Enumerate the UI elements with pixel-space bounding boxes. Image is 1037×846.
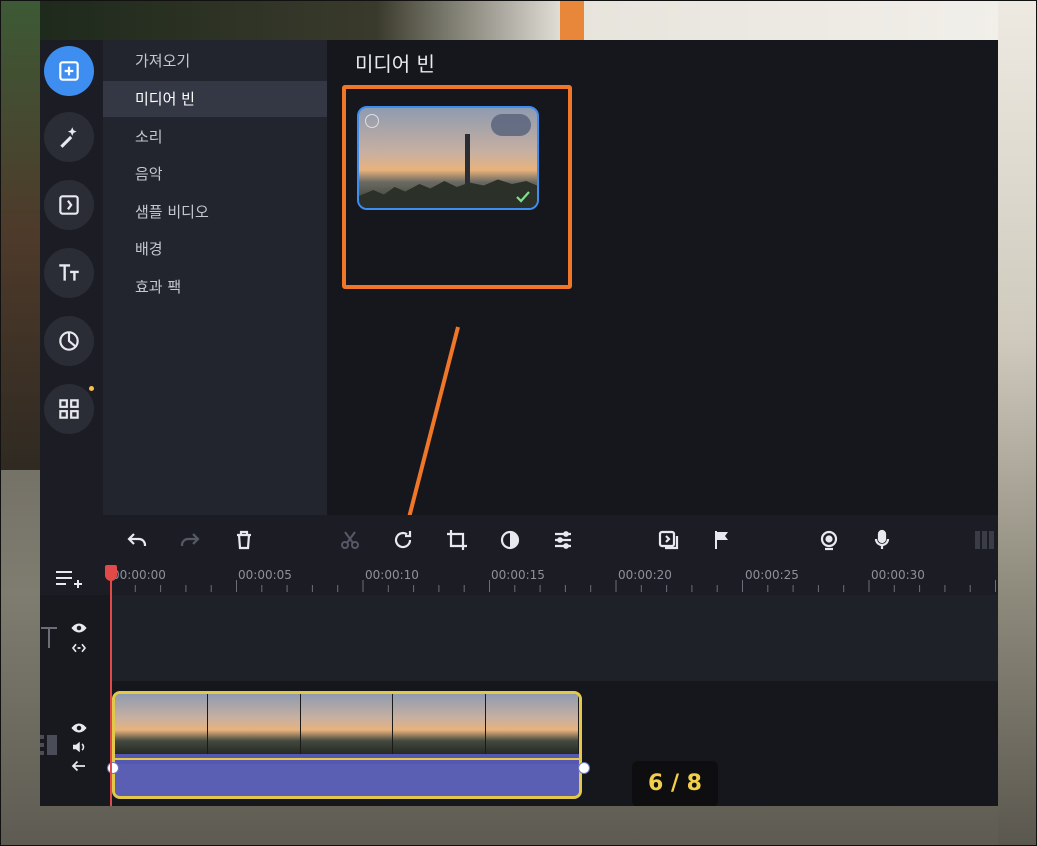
contrast-icon xyxy=(500,530,520,550)
background-photo-right xyxy=(998,0,1037,846)
text-titles-icon xyxy=(59,264,79,281)
redo-icon xyxy=(180,533,200,546)
background-photo-top xyxy=(40,0,1000,40)
cut-button[interactable] xyxy=(337,527,363,553)
ruler-ticks xyxy=(110,580,996,592)
arrow-left-icon[interactable] xyxy=(70,757,88,775)
category-sounds[interactable]: 소리 xyxy=(103,119,327,155)
link-icon[interactable] xyxy=(70,639,88,657)
background-orange-strip xyxy=(560,0,584,40)
undo-icon xyxy=(127,533,147,546)
sliders-icon xyxy=(555,531,571,549)
microphone-icon xyxy=(874,529,890,549)
playhead-handle[interactable] xyxy=(105,565,117,581)
delete-button[interactable] xyxy=(231,527,257,553)
eye-icon[interactable] xyxy=(70,619,88,637)
clip-frame xyxy=(393,694,487,754)
tool-rail xyxy=(40,40,103,515)
stickers-tool-button[interactable] xyxy=(44,316,94,366)
clip-frame xyxy=(300,694,394,754)
webcam-record-button[interactable] xyxy=(816,527,842,553)
speaker-icon[interactable] xyxy=(70,738,88,756)
flag-icon xyxy=(715,531,728,549)
video-track-controls xyxy=(40,681,110,806)
clip-properties-button[interactable] xyxy=(550,527,576,553)
trash-icon xyxy=(237,530,251,550)
transitions-tool-button[interactable] xyxy=(44,180,94,230)
step-counter: 6 / 8 xyxy=(632,761,718,806)
clip-frame xyxy=(207,694,301,754)
background-photo-left xyxy=(0,0,40,470)
category-effect-packs[interactable]: 효과 팩 xyxy=(103,269,327,305)
text-track-icon xyxy=(41,627,57,648)
titles-tool-button[interactable] xyxy=(44,248,94,298)
crop-icon xyxy=(447,530,467,550)
category-music[interactable]: 음악 xyxy=(103,156,327,192)
media-bin-title: 미디어 빈 xyxy=(355,52,435,76)
rotate-icon xyxy=(394,531,412,549)
more-tools-button[interactable] xyxy=(44,384,94,434)
clip-audio-waveform[interactable] xyxy=(115,764,579,796)
clip-frame xyxy=(486,694,579,754)
clip-separator xyxy=(115,758,579,760)
scissors-icon xyxy=(341,531,359,549)
playhead-line xyxy=(110,567,112,806)
check-icon xyxy=(516,191,530,203)
category-import[interactable]: 가져오기 xyxy=(103,43,327,79)
more-toolbar-icon[interactable] xyxy=(972,527,998,553)
clip-volume-handle-left[interactable] xyxy=(107,762,119,774)
grid-apps-icon xyxy=(59,399,79,419)
magic-wand-icon xyxy=(60,127,77,148)
thumbnail-cloud xyxy=(491,114,531,136)
import-file-icon xyxy=(59,61,79,81)
eye-icon[interactable] xyxy=(70,719,88,737)
marker-button[interactable] xyxy=(709,527,735,553)
crop-button[interactable] xyxy=(444,527,470,553)
category-list: 가져오기 미디어 빈 소리 음악 샘플 비디오 배경 효과 팩 xyxy=(103,40,327,515)
thumbnail-tower xyxy=(465,134,470,186)
transition-icon xyxy=(59,195,79,215)
undo-button[interactable] xyxy=(124,527,150,553)
add-track-icon[interactable] xyxy=(54,568,84,590)
webcam-icon xyxy=(820,530,838,551)
clip-thumbnail-strip xyxy=(115,694,579,754)
clip-frame xyxy=(115,694,208,754)
timeline-ruler[interactable]: 00:00:00 00:00:05 00:00:10 00:00:15 00:0… xyxy=(40,565,998,595)
transition-wizard-button[interactable] xyxy=(656,527,682,553)
voice-record-button[interactable] xyxy=(869,527,895,553)
redo-button[interactable] xyxy=(177,527,203,553)
columns-icon xyxy=(975,531,994,549)
effects-tool-button[interactable] xyxy=(44,112,94,162)
film-strip-icon xyxy=(40,735,57,755)
text-track-controls xyxy=(40,595,110,681)
category-sample-videos[interactable]: 샘플 비디오 xyxy=(103,194,327,230)
import-tool-button[interactable] xyxy=(44,46,94,96)
clip-volume-handle-right[interactable] xyxy=(578,762,590,774)
video-editor-window: 가져오기 미디어 빈 소리 음악 샘플 비디오 배경 효과 팩 미디어 빈 00… xyxy=(40,40,998,806)
rotate-button[interactable] xyxy=(390,527,416,553)
text-track[interactable] xyxy=(40,595,998,681)
category-backgrounds[interactable]: 배경 xyxy=(103,231,327,267)
media-thumbnail[interactable] xyxy=(357,106,539,210)
video-clip[interactable] xyxy=(112,691,582,799)
edit-toolbar xyxy=(40,515,998,565)
select-circle-icon[interactable] xyxy=(365,114,379,128)
notification-dot xyxy=(89,386,94,391)
transition-box-icon xyxy=(658,530,679,550)
category-media-bin[interactable]: 미디어 빈 xyxy=(103,81,327,117)
sticker-icon xyxy=(59,331,79,351)
color-adjust-button[interactable] xyxy=(497,527,523,553)
thumbnail-skyline xyxy=(359,179,537,208)
